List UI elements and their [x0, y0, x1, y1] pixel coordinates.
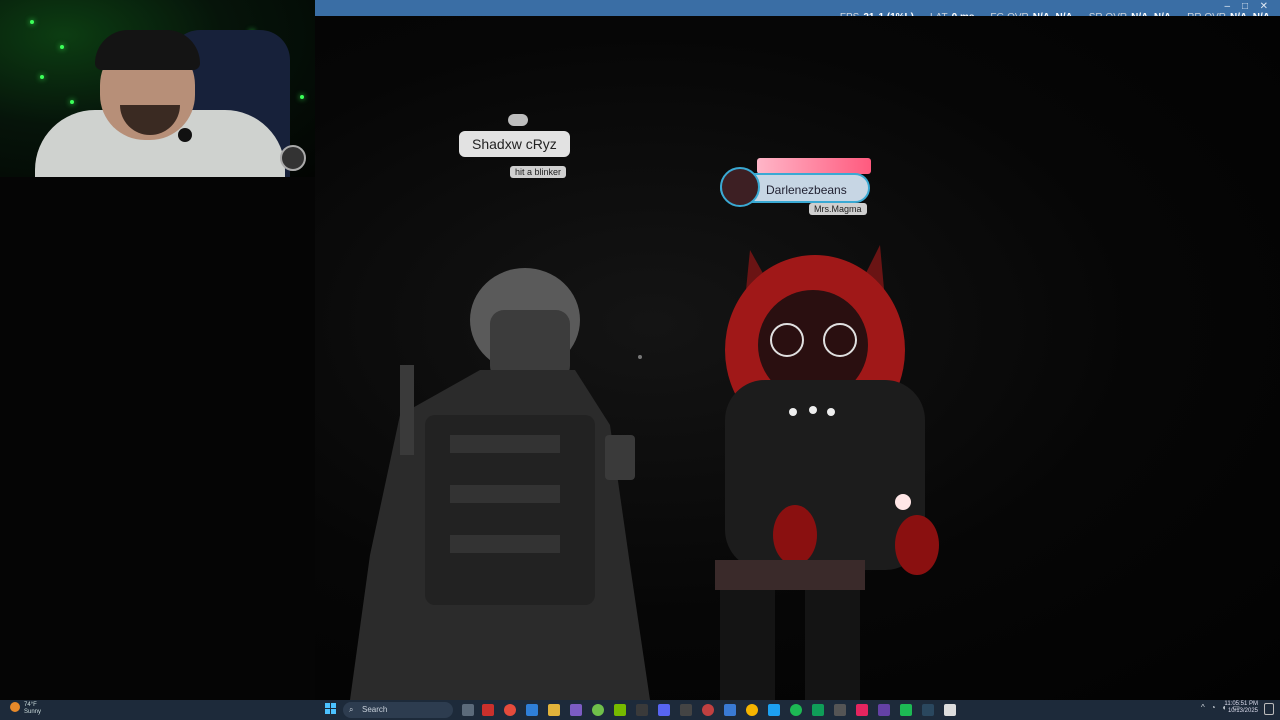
app-icon-record[interactable]	[702, 704, 714, 716]
overlay-logo-icon	[280, 145, 306, 171]
clock-date: 10/13/2025	[1227, 708, 1258, 714]
spotify-icon[interactable]	[790, 704, 802, 716]
app-icon-dark[interactable]	[636, 704, 648, 716]
windows-logo-icon	[331, 709, 336, 714]
left-hand	[773, 505, 817, 565]
skirt	[715, 560, 865, 590]
hoodie-dot	[809, 406, 817, 414]
steam-icon[interactable]	[922, 704, 934, 716]
cam-light	[60, 45, 64, 49]
antenna	[400, 365, 414, 455]
chrome-icon[interactable]	[504, 704, 516, 716]
notification-icon[interactable]	[1264, 703, 1274, 715]
app-icon-blue[interactable]	[724, 704, 736, 716]
catgirl-avatar[interactable]	[705, 240, 945, 700]
streamer-cap	[95, 30, 200, 70]
app-icon-gray[interactable]	[680, 704, 692, 716]
network-icon[interactable]: ◔	[1211, 703, 1216, 712]
edge-icon[interactable]	[526, 704, 538, 716]
hoodie-dot	[827, 408, 835, 416]
windows-logo-icon	[331, 703, 336, 708]
xbox-icon[interactable]	[592, 704, 604, 716]
nameplate-banner	[757, 158, 871, 174]
cam-light	[300, 95, 304, 99]
weather-text: Sunny	[24, 709, 42, 715]
cam-light	[70, 100, 74, 104]
taskbar-clock[interactable]: 11:05:51 PM 10/13/2025	[1224, 701, 1258, 715]
vest-strap	[450, 435, 560, 453]
webcam-overlay	[0, 0, 315, 177]
headset-mic	[178, 128, 192, 142]
rank-badge-icon	[508, 114, 528, 126]
player-avatar-icon	[720, 167, 760, 207]
app-icon-green[interactable]	[812, 704, 824, 716]
windows-logo-icon	[325, 703, 330, 708]
player-status-2: Mrs.Magma	[809, 203, 867, 215]
right-leg	[805, 590, 860, 700]
app-icon-red[interactable]	[482, 704, 494, 716]
soldier-avatar[interactable]	[330, 265, 665, 700]
spotify-alt-icon[interactable]	[900, 704, 912, 716]
app-icon-purple[interactable]	[570, 704, 582, 716]
radio	[605, 435, 635, 480]
taskview-icon[interactable]	[462, 704, 474, 716]
nvidia-icon[interactable]	[614, 704, 626, 716]
weather-sun-icon[interactable]	[10, 702, 20, 712]
search-icon: ⌕	[349, 705, 354, 714]
clock-time: 11:05:51 PM	[1224, 701, 1258, 707]
start-button[interactable]	[325, 703, 337, 715]
chrome-beta-icon[interactable]	[746, 704, 758, 716]
hoodie-dot	[789, 408, 797, 416]
black-hoodie	[725, 380, 925, 570]
taskbar-search[interactable]: ⌕ Search	[343, 702, 453, 718]
folder-icon[interactable]	[548, 704, 560, 716]
app-icon-gray2[interactable]	[834, 704, 846, 716]
glowing-orb	[895, 494, 911, 510]
right-hand	[895, 515, 939, 575]
discord-icon[interactable]	[658, 704, 670, 716]
vest-strap	[450, 485, 560, 503]
vrchat-icon[interactable]	[944, 704, 956, 716]
vest-strap	[450, 535, 560, 553]
search-placeholder: Search	[362, 705, 388, 714]
weather-temp: 74°F	[24, 702, 37, 708]
weather-widget[interactable]: 74°F Sunny	[24, 702, 41, 716]
cam-light	[30, 20, 34, 24]
player-status-1: hit a blinker	[510, 166, 567, 178]
visor	[490, 310, 570, 380]
cam-light	[40, 75, 44, 79]
app-icon-lightblue[interactable]	[768, 704, 780, 716]
nameplate-player-1[interactable]: Shadxw cRyz	[459, 131, 570, 157]
tray-chevron-icon[interactable]: ^	[1201, 703, 1205, 712]
left-leg	[720, 590, 775, 700]
twitch-icon[interactable]	[878, 704, 890, 716]
windows-logo-icon	[325, 709, 330, 714]
tiktok-icon[interactable]	[856, 704, 868, 716]
